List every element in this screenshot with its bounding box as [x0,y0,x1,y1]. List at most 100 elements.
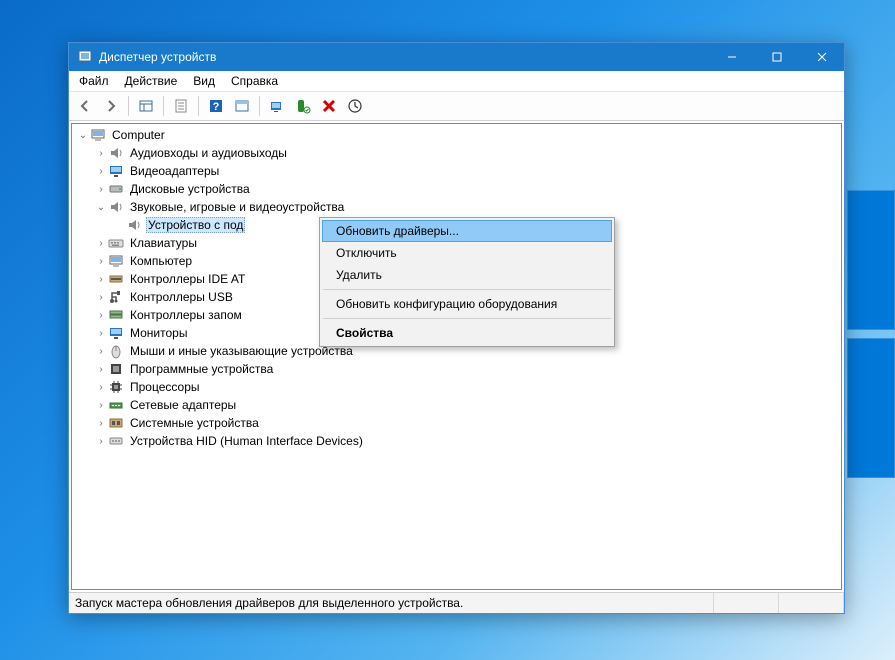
software-icon [108,361,124,377]
tree-category-node[interactable]: › Устройства HID (Human Interface Devices… [72,432,841,450]
action-menu-button[interactable] [230,94,254,118]
context-update-drivers[interactable]: Обновить драйверы... [322,220,612,242]
menu-view[interactable]: Вид [185,72,223,90]
expander-icon[interactable]: › [94,400,108,411]
tree-category-node[interactable]: › Аудиовходы и аудиовыходы [72,144,841,162]
tree-label: Контроллеры запом [128,308,244,322]
device-tree[interactable]: ⌄Computer›Аудиовходы и аудиовыходы›Видео… [71,123,842,590]
storage-icon [108,307,124,323]
status-cell [779,593,844,613]
window-title: Диспетчер устройств [99,43,709,71]
forward-button[interactable] [99,94,123,118]
tree-root-node[interactable]: ⌄ Computer [72,126,841,144]
desktop-tile [847,338,895,478]
help-button[interactable]: ? [204,94,228,118]
mouse-icon [108,343,124,359]
usb-icon [108,289,124,305]
expander-icon[interactable]: ⌄ [94,202,108,213]
expander-icon[interactable]: › [94,436,108,447]
status-cell [714,593,779,613]
context-menu: Обновить драйверы... Отключить Удалить О… [319,217,615,347]
expander-icon[interactable]: › [94,418,108,429]
monitor-icon [108,325,124,341]
audio-icon [108,145,124,161]
disk-icon [108,181,124,197]
tree-label: Звуковые, игровые и видеоустройства [128,200,346,214]
sound-icon [108,199,124,215]
tree-label: Клавиатуры [128,236,199,250]
svg-text:?: ? [213,101,220,113]
expander-icon[interactable]: › [94,166,108,177]
tree-label: Сетевые адаптеры [128,398,238,412]
computer-icon [108,253,124,269]
titlebar[interactable]: Диспетчер устройств [69,43,844,71]
ide-icon [108,271,124,287]
tree-category-node[interactable]: › Видеоадаптеры [72,162,841,180]
tree-category-node[interactable]: › Процессоры [72,378,841,396]
sound-icon [126,217,142,233]
expander-icon[interactable]: › [94,238,108,249]
expander-icon[interactable]: › [94,256,108,267]
cpu-icon [108,379,124,395]
properties-button[interactable] [169,94,193,118]
statusbar: Запуск мастера обновления драйверов для … [69,592,844,613]
expander-icon[interactable]: › [94,382,108,393]
update-driver-button[interactable] [343,94,367,118]
tree-label: Системные устройства [128,416,261,430]
desktop-tile [847,190,895,330]
tree-category-node[interactable]: › Сетевые адаптеры [72,396,841,414]
context-scan-hardware[interactable]: Обновить конфигурацию оборудования [322,293,612,315]
desktop-tiles [847,190,895,486]
device-manager-window: Диспетчер устройств Файл Действие Вид Сп… [68,42,845,614]
tree-category-node[interactable]: › Программные устройства [72,360,841,378]
toolbar: ? [69,92,844,121]
tree-label: Контроллеры USB [128,290,235,304]
tree-label: Программные устройства [128,362,275,376]
context-separator [323,289,611,290]
menu-action[interactable]: Действие [117,72,186,90]
tree-label: Видеоадаптеры [128,164,221,178]
app-icon [77,49,93,65]
context-properties[interactable]: Свойства [322,322,612,344]
close-button[interactable] [799,43,844,71]
expander-icon[interactable]: › [94,364,108,375]
network-icon [108,397,124,413]
uninstall-device-button[interactable] [317,94,341,118]
expander-icon[interactable]: › [94,310,108,321]
maximize-button[interactable] [754,43,799,71]
tree-label: Компьютер [128,254,194,268]
enable-device-button[interactable] [291,94,315,118]
expander-icon[interactable]: › [94,148,108,159]
display-icon [108,163,124,179]
tree-label: Аудиовходы и аудиовыходы [128,146,289,160]
expander-icon[interactable]: › [94,346,108,357]
show-hide-console-button[interactable] [134,94,158,118]
expander-icon[interactable]: › [94,274,108,285]
menubar: Файл Действие Вид Справка [69,71,844,92]
tree-label: Процессоры [128,380,202,394]
menu-file[interactable]: Файл [71,72,117,90]
tree-category-node[interactable]: › Дисковые устройства [72,180,841,198]
scan-hardware-button[interactable] [265,94,289,118]
context-disable[interactable]: Отключить [322,242,612,264]
minimize-button[interactable] [709,43,754,71]
back-button[interactable] [73,94,97,118]
tree-label: Устройство с под [146,217,245,233]
menu-help[interactable]: Справка [223,72,286,90]
tree-category-node[interactable]: › Системные устройства [72,414,841,432]
tree-label: Дисковые устройства [128,182,252,196]
tree-category-node[interactable]: ⌄ Звуковые, игровые и видеоустройства [72,198,841,216]
keyboard-icon [108,235,124,251]
tree-label: Мониторы [128,326,189,340]
context-delete[interactable]: Удалить [322,264,612,286]
expander-icon[interactable]: › [94,184,108,195]
expander-icon[interactable]: › [94,292,108,303]
expander-icon[interactable]: ⌄ [76,130,90,141]
status-text: Запуск мастера обновления драйверов для … [69,593,714,613]
system-icon [108,415,124,431]
expander-icon[interactable]: › [94,328,108,339]
computer-icon [90,127,106,143]
tree-label: Контроллеры IDE AT [128,272,247,286]
tree-label: Устройства HID (Human Interface Devices) [128,434,365,448]
tree-label: Computer [110,128,167,142]
